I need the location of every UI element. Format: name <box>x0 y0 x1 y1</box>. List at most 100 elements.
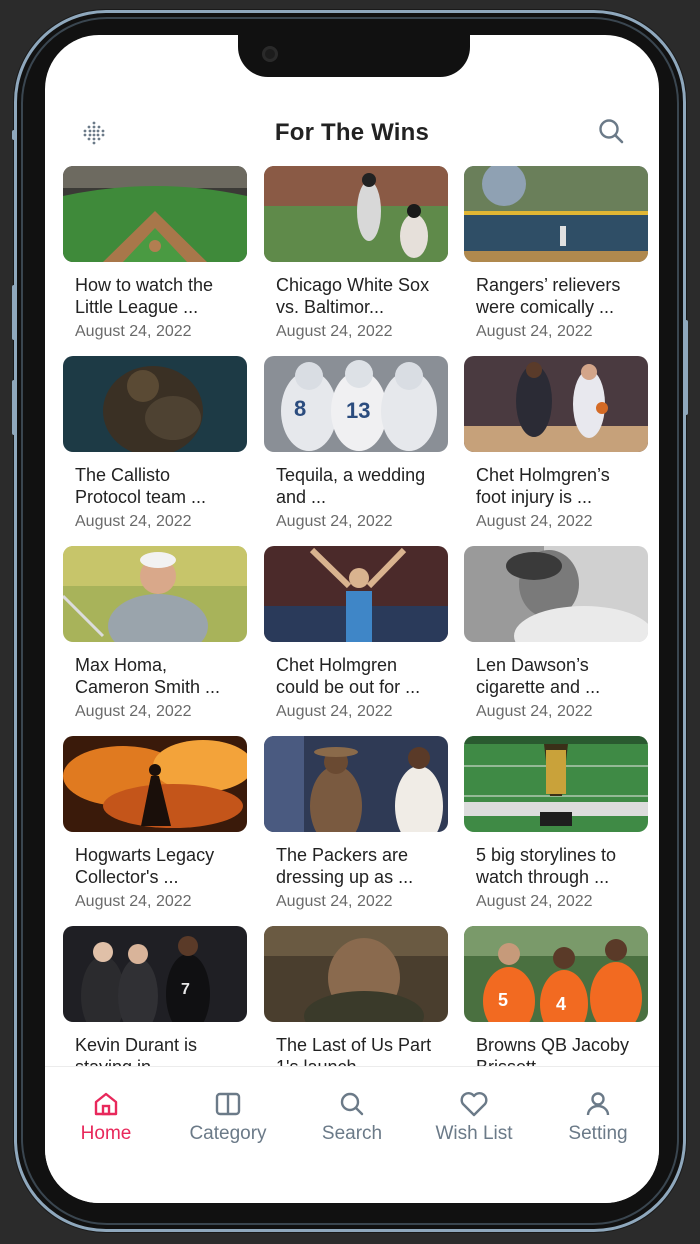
article-card[interactable]: The Callisto Protocol team ... August 24,… <box>63 356 247 536</box>
thumbnail-image <box>464 356 648 452</box>
nav-item-setting[interactable]: Setting <box>543 1089 653 1145</box>
article-date: August 24, 2022 <box>276 703 393 720</box>
article-card[interactable]: Max Homa, Cameron Smith ... August 24, 20… <box>63 546 247 726</box>
article-title[interactable]: The Callisto Protocol team ... <box>75 464 241 508</box>
article-title[interactable]: Chet Holmgren’s foot injury is ... <box>476 464 642 508</box>
article-thumbnail[interactable] <box>63 166 247 262</box>
article-date: August 24, 2022 <box>476 323 593 340</box>
thumbnail-image <box>264 736 448 832</box>
article-title[interactable]: How to watch the Little League ... <box>75 274 241 318</box>
article-thumbnail[interactable]: 7 <box>63 926 247 1022</box>
category-icon <box>215 1092 241 1116</box>
nav-item-category[interactable]: Category <box>173 1089 283 1145</box>
article-date: August 24, 2022 <box>276 513 393 530</box>
article-card[interactable]: The Packers are dressing up as ... August… <box>264 736 448 916</box>
article-card[interactable]: Chet Holmgren’s foot injury is ... August… <box>464 356 648 536</box>
article-title[interactable]: Kevin Durant is staying in ... <box>75 1034 241 1066</box>
article-card[interactable]: Len Dawson’s cigarette and ... August 24,… <box>464 546 648 726</box>
article-thumbnail[interactable] <box>63 736 247 832</box>
article-card[interactable]: How to watch the Little League ... August… <box>63 166 247 346</box>
article-thumbnail[interactable] <box>264 926 448 1022</box>
article-card[interactable]: 8 13 Tequila, a wedding and ... August 24, … <box>264 356 448 536</box>
article-date: August 24, 2022 <box>276 893 393 910</box>
nav-item-home[interactable]: Home <box>51 1089 161 1145</box>
article-card[interactable]: The Last of Us Part 1's launch ... <box>264 926 448 1066</box>
article-thumbnail[interactable] <box>464 166 648 262</box>
nav-label: Home <box>80 1123 132 1144</box>
thumbnail-image <box>63 546 247 642</box>
article-thumbnail[interactable] <box>264 166 448 262</box>
article-title[interactable]: The Last of Us Part 1's launch ... <box>276 1034 442 1066</box>
article-thumbnail[interactable] <box>464 736 648 832</box>
search-icon[interactable] <box>597 117 625 145</box>
article-card[interactable]: 5 big storylines to watch through ... Aug… <box>464 736 648 916</box>
article-title[interactable]: Max Homa, Cameron Smith ... <box>75 654 241 698</box>
article-title[interactable]: Tequila, a wedding and ... <box>276 464 442 508</box>
thumbnail-image: 8 13 <box>264 356 448 452</box>
article-card[interactable]: Chicago White Sox vs. Baltimor... August … <box>264 166 448 346</box>
article-thumbnail[interactable] <box>63 356 247 452</box>
article-title[interactable]: Rangers’ relievers were comically ... <box>476 274 642 318</box>
power-button <box>684 320 688 415</box>
thumbnail-image <box>63 736 247 832</box>
nav-label: Search <box>321 1123 383 1144</box>
thumbnail-image <box>464 736 648 832</box>
thumbnail-image <box>63 166 247 262</box>
svg-text:8: 8 <box>294 396 306 421</box>
article-thumbnail[interactable] <box>464 356 648 452</box>
nav-label: Wish List <box>435 1123 513 1144</box>
thumbnail-image <box>264 926 448 1022</box>
svg-text:7: 7 <box>181 981 190 998</box>
article-card[interactable]: 7 Kevin Durant is staying in ... <box>63 926 247 1066</box>
article-card[interactable]: Chet Holmgren could be out for ... August… <box>264 546 448 726</box>
svg-text:13: 13 <box>346 398 370 423</box>
app-screen: For The Wins How to watch the Little Lea… <box>45 35 659 1203</box>
thumbnail-image <box>264 546 448 642</box>
article-card[interactable]: Hogwarts Legacy Collector's ... August 24… <box>63 736 247 916</box>
nav-item-search[interactable]: Search <box>297 1089 407 1145</box>
thumbnail-image: 54 <box>464 926 648 1022</box>
thumbnail-image <box>464 546 648 642</box>
article-title[interactable]: Browns QB Jacoby Brissett ... <box>476 1034 642 1066</box>
volume-down-button <box>12 380 16 435</box>
article-grid: How to watch the Little League ... August… <box>63 166 649 1066</box>
article-date: August 24, 2022 <box>476 513 593 530</box>
search-icon <box>340 1092 364 1116</box>
nav-item-wish-list[interactable]: Wish List <box>419 1089 529 1145</box>
article-title[interactable]: Chicago White Sox vs. Baltimor... <box>276 274 442 318</box>
volume-up-button <box>12 285 16 340</box>
article-card[interactable]: 54 Browns QB Jacoby Brissett ... <box>464 926 648 1066</box>
article-date: August 24, 2022 <box>276 323 393 340</box>
article-thumbnail[interactable] <box>63 546 247 642</box>
article-date: August 24, 2022 <box>75 323 192 340</box>
notch <box>238 35 470 77</box>
thumbnail-image <box>264 166 448 262</box>
article-thumbnail[interactable]: 8 13 <box>264 356 448 452</box>
nav-label: Category <box>189 1123 267 1144</box>
article-title[interactable]: 5 big storylines to watch through ... <box>476 844 642 888</box>
camera <box>262 46 278 62</box>
article-thumbnail[interactable] <box>264 736 448 832</box>
article-date: August 24, 2022 <box>75 513 192 530</box>
thumbnail-image: 7 <box>63 926 247 1022</box>
article-date: August 24, 2022 <box>476 703 593 720</box>
bottom-nav: Home Category Search Wish List Setting <box>45 1066 659 1203</box>
side-button <box>12 130 16 140</box>
article-title[interactable]: Len Dawson’s cigarette and ... <box>476 654 642 698</box>
article-title[interactable]: Chet Holmgren could be out for ... <box>276 654 442 698</box>
svg-text:4: 4 <box>556 994 566 1014</box>
heart-icon <box>460 1092 488 1117</box>
article-thumbnail[interactable] <box>264 546 448 642</box>
article-card[interactable]: Rangers’ relievers were comically ... Aug… <box>464 166 648 346</box>
article-title[interactable]: Hogwarts Legacy Collector's ... <box>75 844 241 888</box>
page-title: For The Wins <box>274 119 430 146</box>
article-thumbnail[interactable]: 54 <box>464 926 648 1022</box>
thumbnail-image <box>464 166 648 262</box>
thumbnail-image <box>63 356 247 452</box>
article-date: August 24, 2022 <box>476 893 593 910</box>
article-title[interactable]: The Packers are dressing up as ... <box>276 844 442 888</box>
app-header: For The Wins <box>45 105 659 165</box>
article-thumbnail[interactable] <box>464 546 648 642</box>
article-date: August 24, 2022 <box>75 893 192 910</box>
nav-label: Setting <box>568 1123 628 1144</box>
